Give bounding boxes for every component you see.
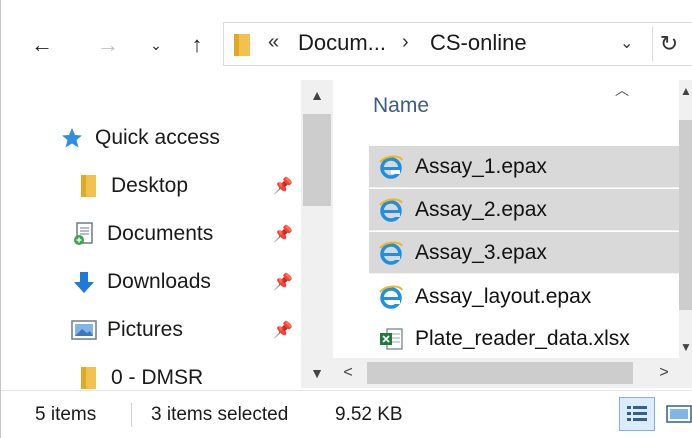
refresh-button[interactable]: ↻ — [652, 27, 685, 61]
scroll-thumb[interactable] — [303, 114, 331, 206]
file-name: Plate_reader_data.xlsx — [415, 327, 630, 350]
documents-icon — [71, 221, 97, 247]
nav-item-label: Pictures — [107, 318, 183, 341]
pin-icon[interactable]: 📌 — [273, 224, 293, 244]
scroll-thumb[interactable] — [679, 120, 692, 310]
file-row[interactable]: Assay_2.epax — [369, 189, 679, 231]
pin-icon[interactable]: 📌 — [273, 176, 293, 196]
address-bar[interactable]: « Docum... › CS-online ⌄ ↻ — [223, 22, 692, 66]
ie-file-icon — [377, 239, 405, 267]
nav-item-label: Quick access — [95, 126, 220, 149]
nav-item-desktop[interactable]: Desktop — [75, 166, 188, 206]
column-header-name[interactable]: Name — [373, 94, 429, 118]
nav-item-label: Desktop — [111, 174, 189, 197]
excel-file-icon — [377, 325, 405, 353]
file-list: ︿ Name Assay_1.epax Assay_2.epax Assay_3… — [333, 80, 679, 358]
pin-icon[interactable]: 📌 — [273, 320, 293, 340]
nav-item-pictures[interactable]: Pictures — [71, 310, 183, 350]
file-row[interactable]: Assay_3.epax — [369, 232, 679, 274]
status-bar: 5 items 3 items selected 9.52 KB — [1, 390, 692, 438]
large-icons-view-icon — [666, 405, 692, 423]
navigation-pane: Quick access Desktop 📌 Documents 📌 Downl… — [1, 80, 301, 390]
nav-item-label: 0 - DMSR — [111, 366, 204, 389]
nav-item-quick-access[interactable]: Quick access — [59, 118, 220, 158]
refresh-icon: ↻ — [659, 31, 679, 56]
scroll-left-button[interactable]: < — [333, 358, 363, 388]
navigation-bar: ← → ⌄ ↑ « Docum... › CS-online ⌄ ↻ — [1, 0, 692, 80]
breadcrumb-separator[interactable]: › — [402, 31, 409, 54]
download-arrow-icon — [71, 269, 97, 295]
address-dropdown-icon[interactable]: ⌄ — [620, 33, 633, 53]
file-name: Assay_3.epax — [415, 240, 547, 264]
scroll-up-button[interactable]: ▲ — [679, 84, 692, 98]
up-button[interactable]: ↑ — [182, 30, 212, 60]
status-size: 9.52 KB — [335, 404, 403, 425]
ie-file-icon — [377, 283, 405, 311]
breadcrumb-documents[interactable]: Docum... — [298, 30, 386, 56]
folder-icon — [75, 173, 101, 199]
back-button[interactable]: ← — [27, 30, 57, 60]
scroll-down-button[interactable]: ▼ — [301, 358, 333, 388]
status-divider — [131, 403, 132, 427]
file-row[interactable]: Assay_layout.epax — [369, 276, 679, 318]
file-row[interactable]: Assay_1.epax — [369, 146, 679, 188]
large-icons-view-button[interactable] — [661, 397, 692, 431]
folder-icon — [234, 34, 250, 56]
ie-file-icon — [377, 153, 405, 181]
star-icon — [59, 125, 85, 151]
nav-item-label: Documents — [107, 222, 214, 245]
folder-icon — [75, 365, 101, 391]
ie-file-icon — [377, 196, 405, 224]
scroll-up-button[interactable]: ▲ — [301, 80, 333, 110]
pictures-icon — [71, 317, 97, 343]
scrollbar-corner — [679, 358, 692, 388]
scroll-thumb[interactable] — [367, 362, 633, 384]
details-view-button[interactable] — [619, 397, 655, 431]
back-arrow-icon: ← — [31, 32, 53, 57]
recent-locations-button[interactable]: ⌄ — [141, 30, 171, 60]
sort-ascending-icon: ︿ — [615, 82, 629, 98]
file-name: Assay_1.epax — [415, 154, 547, 178]
file-name: Assay_layout.epax — [415, 285, 592, 308]
file-list-vertical-scrollbar[interactable]: ▲ ▼ — [679, 80, 692, 358]
status-selection: 3 items selected — [151, 404, 289, 425]
nav-item-downloads[interactable]: Downloads — [71, 262, 211, 302]
chevron-down-icon: ⌄ — [150, 36, 162, 53]
file-list-horizontal-scrollbar[interactable]: < > — [333, 358, 679, 388]
up-arrow-icon: ↑ — [191, 32, 203, 57]
nav-item-documents[interactable]: Documents — [71, 214, 213, 254]
file-row[interactable]: Plate_reader_data.xlsx — [369, 318, 679, 358]
nav-item-label: Downloads — [107, 270, 211, 293]
details-view-icon — [627, 406, 647, 421]
breadcrumb-current[interactable]: CS-online — [430, 30, 527, 56]
forward-arrow-icon: → — [97, 32, 119, 57]
file-explorer-window: ← → ⌄ ↑ « Docum... › CS-online ⌄ ↻ Quick… — [0, 0, 692, 438]
scroll-down-button[interactable]: ▼ — [679, 340, 692, 354]
breadcrumb-overflow[interactable]: « — [268, 31, 279, 54]
scroll-right-button[interactable]: > — [649, 358, 679, 388]
forward-button[interactable]: → — [93, 30, 123, 60]
navigation-pane-scrollbar[interactable]: ▲ ▼ — [301, 80, 333, 388]
pin-icon[interactable]: 📌 — [273, 272, 293, 292]
status-item-count: 5 items — [35, 404, 97, 425]
file-name: Assay_2.epax — [415, 197, 547, 221]
